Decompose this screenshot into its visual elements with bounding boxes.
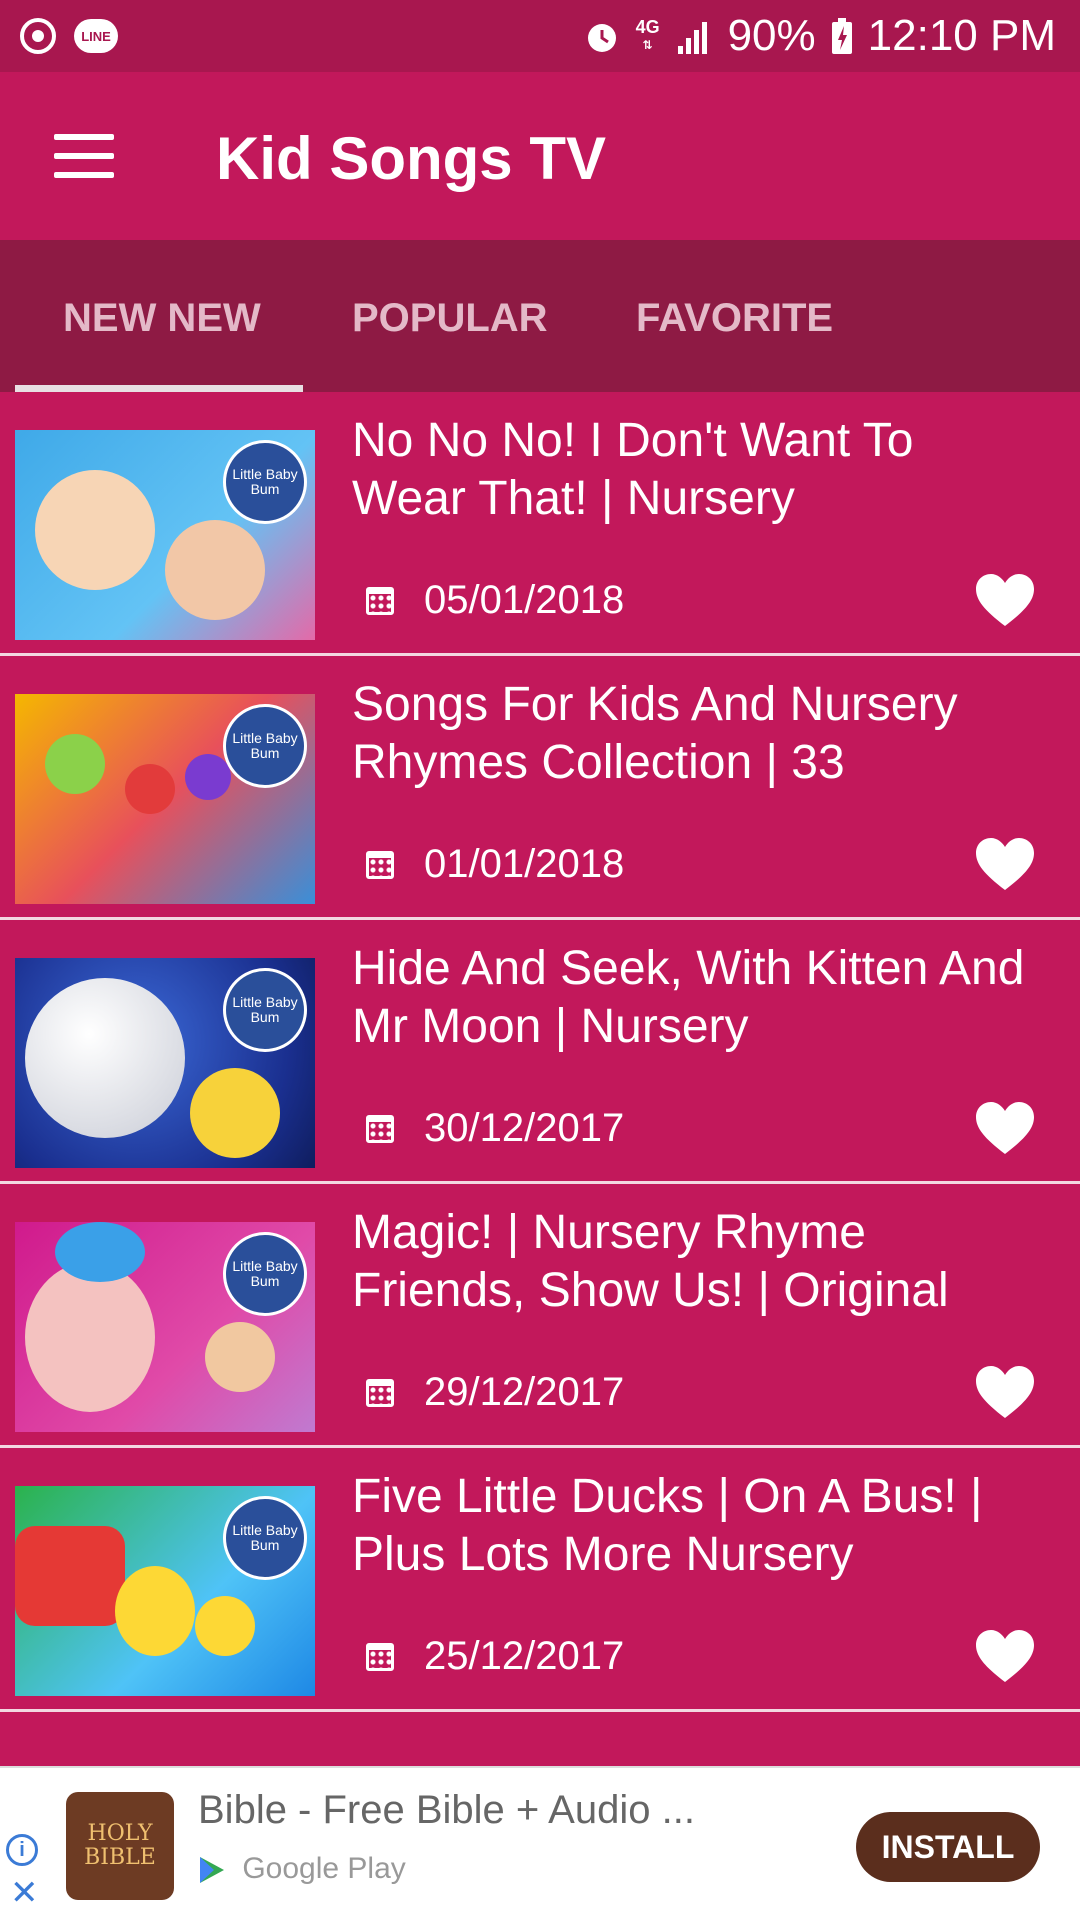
channel-badge: Little Baby Bum: [223, 704, 307, 788]
video-title: Five Little Ducks | On A Bus! | Plus Lot…: [352, 1470, 983, 1581]
favorite-heart-icon[interactable]: [974, 1100, 1036, 1156]
clock-time: 12:10 PM: [867, 11, 1056, 60]
video-date: 25/12/2017: [424, 1634, 625, 1678]
video-date: 01/01/2018: [424, 842, 625, 886]
line-app-icon: LINE: [74, 19, 118, 53]
favorite-heart-icon[interactable]: [974, 836, 1036, 892]
tab-favorite[interactable]: FAVORITE: [636, 296, 833, 341]
network-type: 4G ⇅: [635, 17, 660, 52]
ad-info-icon[interactable]: i: [6, 1834, 38, 1866]
calendar-icon: [366, 1378, 394, 1407]
battery-percent: 90%: [727, 11, 816, 60]
signal-icon: [677, 22, 707, 54]
app-bar: Kid Songs TV: [0, 72, 1080, 240]
channel-badge: Little Baby Bum: [223, 1232, 307, 1316]
calendar-icon: [366, 1642, 394, 1671]
calendar-icon: [366, 586, 394, 615]
video-title: No No No! I Don't Want To Wear That! | N…: [352, 414, 914, 525]
app-title: Kid Songs TV: [216, 125, 606, 192]
favorite-heart-icon[interactable]: [974, 1628, 1036, 1684]
ad-app-icon[interactable]: HOLY BIBLE: [66, 1792, 174, 1900]
video-thumbnail[interactable]: Little Baby Bum: [15, 694, 315, 904]
hamburger-menu-icon[interactable]: [54, 134, 114, 178]
calendar-icon: [366, 850, 394, 879]
ad-title[interactable]: Bible - Free Bible + Audio ...: [198, 1788, 695, 1833]
selected-tab-indicator: [15, 385, 303, 392]
favorite-heart-icon[interactable]: [974, 1364, 1036, 1420]
video-thumbnail[interactable]: Little Baby Bum: [15, 958, 315, 1168]
list-item[interactable]: Little Baby Bum Hide And Seek, With Kitt…: [0, 920, 1080, 1184]
sync-icon: [20, 18, 56, 54]
list-item[interactable]: Little Baby Bum Five Little Ducks | On A…: [0, 1448, 1080, 1712]
channel-badge: Little Baby Bum: [223, 440, 307, 524]
video-date: 29/12/2017: [424, 1370, 625, 1414]
video-list: Little Baby Bum No No No! I Don't Want T…: [0, 392, 1080, 1712]
list-item[interactable]: Little Baby Bum Magic! | Nursery Rhyme F…: [0, 1184, 1080, 1448]
tab-bar: NEW NEW POPULAR FAVORITE: [0, 240, 1080, 392]
install-button[interactable]: INSTALL: [856, 1812, 1040, 1882]
status-bar: LINE 4G ⇅ 90% 12:10 PM: [0, 0, 1080, 72]
tab-new[interactable]: NEW NEW: [63, 296, 261, 341]
calendar-icon: [366, 1114, 394, 1143]
list-item[interactable]: Little Baby Bum Songs For Kids And Nurse…: [0, 656, 1080, 920]
video-thumbnail[interactable]: Little Baby Bum: [15, 1486, 315, 1696]
video-title: Hide And Seek, With Kitten And Mr Moon |…: [352, 942, 1025, 1053]
google-play-icon: [200, 1857, 224, 1884]
ad-banner[interactable]: i ✕ HOLY BIBLE Bible - Free Bible + Audi…: [0, 1766, 1080, 1922]
video-date: 05/01/2018: [424, 578, 625, 622]
video-title: Magic! | Nursery Rhyme Friends, Show Us!…: [352, 1206, 949, 1317]
channel-badge: Little Baby Bum: [223, 968, 307, 1052]
video-thumbnail[interactable]: Little Baby Bum: [15, 1222, 315, 1432]
ad-store-label: Google Play: [198, 1852, 406, 1886]
battery-charging-icon: [831, 18, 852, 54]
video-title: Songs For Kids And Nursery Rhymes Collec…: [352, 678, 958, 789]
list-item[interactable]: Little Baby Bum No No No! I Don't Want T…: [0, 392, 1080, 656]
video-thumbnail[interactable]: Little Baby Bum: [15, 430, 315, 640]
video-date: 30/12/2017: [424, 1106, 625, 1150]
favorite-heart-icon[interactable]: [974, 572, 1036, 628]
tab-popular[interactable]: POPULAR: [352, 296, 548, 341]
alarm-icon: [587, 24, 616, 52]
channel-badge: Little Baby Bum: [223, 1496, 307, 1580]
ad-close-icon[interactable]: ✕: [10, 1876, 39, 1910]
